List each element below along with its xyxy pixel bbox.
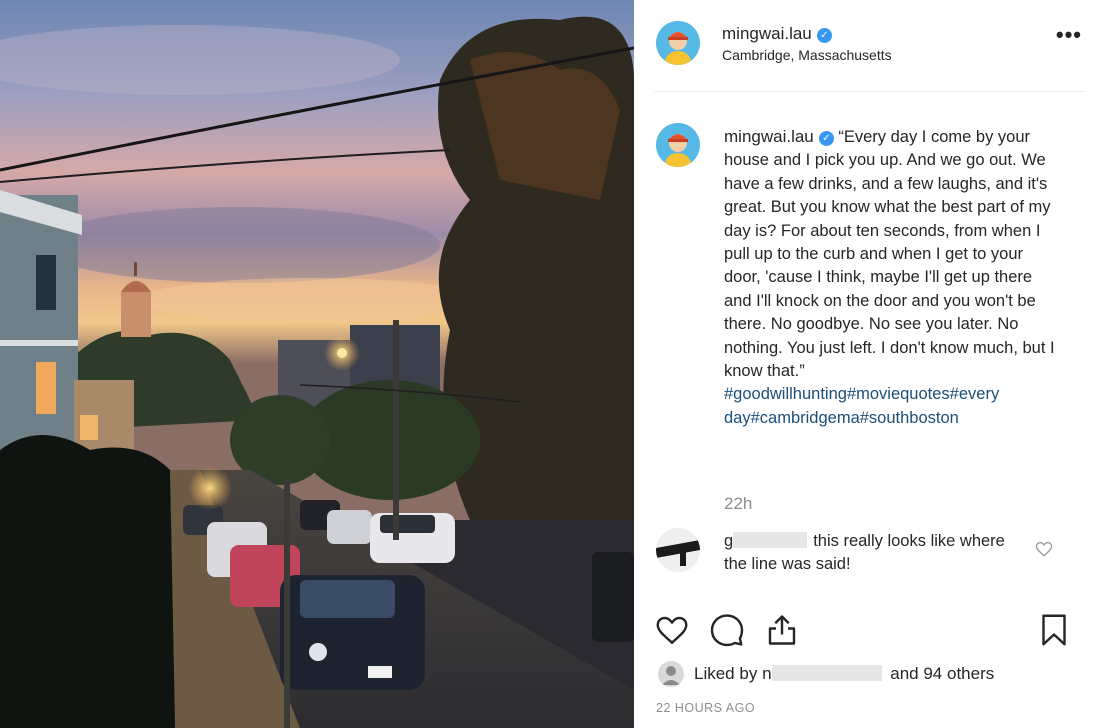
duck-avatar-icon — [656, 21, 700, 65]
hashtag-link[interactable]: #cambridgema — [751, 409, 860, 427]
comment-username-text[interactable]: g — [724, 532, 733, 550]
post-time-ago[interactable]: 22 HOURS AGO — [656, 701, 755, 715]
commenter-avatar-icon — [656, 528, 700, 572]
share-icon[interactable] — [764, 612, 800, 653]
share-svg — [768, 615, 796, 645]
avatar[interactable] — [656, 21, 700, 65]
more-options-icon[interactable]: ••• — [1056, 24, 1082, 46]
username-text[interactable]: mingwai.lau — [722, 24, 812, 43]
post-photo[interactable] — [0, 0, 634, 728]
redacted-username — [771, 665, 882, 681]
heart-icon[interactable] — [654, 612, 690, 653]
likes-count[interactable]: and 94 others — [890, 664, 994, 683]
bookmark-svg — [1042, 614, 1066, 646]
verified-badge-icon: ✓ — [816, 28, 832, 43]
verified-badge-icon: ✓ — [818, 131, 834, 146]
comment-icon[interactable] — [709, 612, 745, 653]
liked-by-prefix: Liked by — [694, 664, 758, 683]
hashtag-list: #goodwillhunting#moviequotes#every day#ca… — [724, 385, 999, 426]
post-caption: mingwai.lau ✓ “Every day I come by your h… — [724, 125, 1064, 430]
comment-text-block: g this really looks like where the line w… — [724, 530, 1024, 577]
caption-text: “Every day I come by your house and I pi… — [724, 128, 1055, 381]
liker-username[interactable]: n — [762, 664, 771, 683]
avatar[interactable] — [658, 661, 684, 687]
post-username[interactable]: mingwai.lau ✓ — [722, 24, 832, 44]
comment-item: g this really looks like where the line w… — [636, 525, 1110, 585]
post-actions — [636, 610, 1110, 650]
hashtag-link[interactable]: #southboston — [860, 409, 959, 427]
like-svg — [656, 616, 688, 645]
heart-outline-svg — [1035, 541, 1053, 557]
post-details-panel: mingwai.lau ✓ Cambridge, Massachusetts ••… — [636, 0, 1110, 728]
street-sunset-photo — [0, 0, 634, 728]
avatar[interactable] — [656, 123, 700, 167]
likes-summary: Liked by n and 94 others — [636, 660, 1110, 690]
caption-username[interactable]: mingwai.lau — [724, 127, 814, 146]
hashtag-link[interactable]: #goodwillhunting — [724, 385, 847, 403]
heart-outline-icon[interactable] — [1035, 540, 1053, 563]
comment-username[interactable]: g — [724, 530, 813, 553]
avatar[interactable] — [656, 528, 700, 572]
bookmark-icon[interactable] — [1036, 612, 1072, 653]
header-divider — [654, 91, 1086, 92]
hashtag-link[interactable]: day — [724, 409, 751, 427]
post-timestamp[interactable]: 22h — [724, 494, 752, 514]
post-header: mingwai.lau ✓ Cambridge, Massachusetts ••… — [636, 0, 1110, 90]
liker-avatar-icon — [658, 661, 684, 687]
hashtag-link[interactable]: #moviequotes — [847, 385, 950, 403]
hashtag-link[interactable]: #every — [950, 385, 1000, 403]
post-location[interactable]: Cambridge, Massachusetts — [722, 47, 892, 63]
duck-avatar-icon — [656, 123, 700, 167]
redacted-username — [733, 532, 808, 548]
likes-text[interactable]: Liked by n and 94 others — [694, 664, 994, 684]
comment-svg — [710, 614, 744, 647]
